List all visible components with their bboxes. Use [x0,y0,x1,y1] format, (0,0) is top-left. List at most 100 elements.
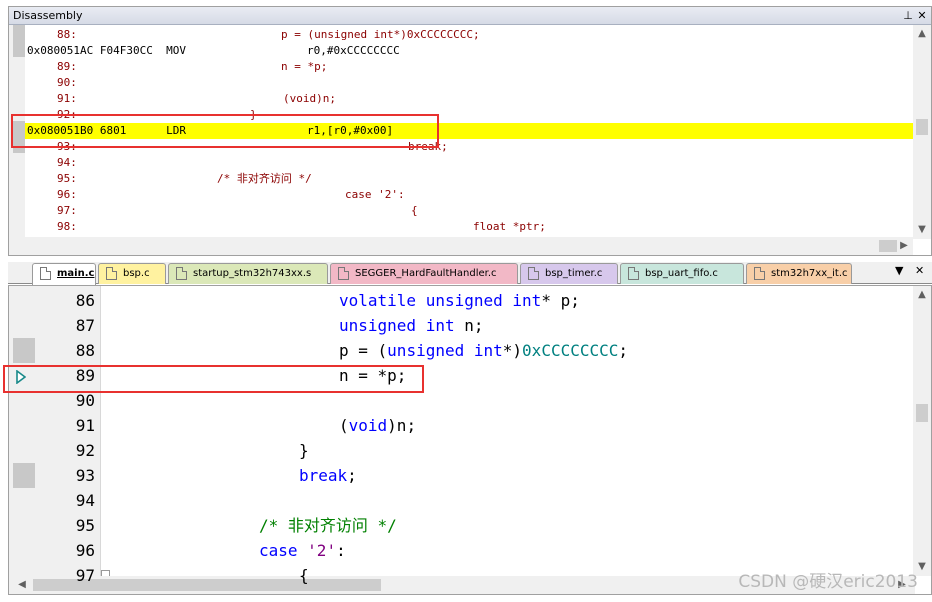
code-line[interactable]: 96 case '2': [37,538,917,563]
code-text: case '2': [259,538,346,563]
breakpoint-marker [13,338,35,363]
scroll-up-icon[interactable]: ▲ [915,288,929,302]
source-line-number: 98: [57,220,77,233]
disassembly-source-line[interactable]: 90: [25,75,913,91]
source-line-number: 89: [57,60,77,73]
code-token: unsigned [387,341,465,360]
pin-icon[interactable]: ⊥ [901,8,915,23]
file-icon [106,267,117,280]
code-token: : [336,541,346,560]
highlight-box-disassembly [11,114,439,148]
scroll-up-icon[interactable]: ▲ [915,27,929,41]
source-line-text: { [411,204,418,217]
code-text: volatile unsigned int* p; [339,288,580,313]
source-line-text: case '2': [345,188,405,201]
tab-segger-hardfaulthandler-c[interactable]: SEGGER_HardFaultHandler.c [330,263,518,284]
source-line-text: n = *p; [281,60,328,73]
code-token: { [299,566,309,585]
disassembly-horizontal-scrollbar[interactable]: ▶ [9,237,913,255]
breakpoint-marker [13,25,25,57]
code-text: break; [299,463,357,488]
instruction-address: 0x080051AC F04F30CC MOV [27,44,186,57]
code-token: volatile [339,291,417,310]
tab-label: stm32h7xx_it.c [771,268,848,279]
tab-bsp-timer-c[interactable]: bsp_timer.c [520,263,618,284]
code-text: /* 非对齐访问 */ [259,513,397,538]
instruction-operands: r0,#0xCCCCCCCC [307,44,400,57]
line-number: 94 [75,491,95,510]
tab-label: bsp_timer.c [545,268,603,279]
highlight-box-source [3,365,424,393]
code-token: /* 非对齐访问 */ [259,516,397,535]
disassembly-source-line[interactable]: 89: n = *p; [25,59,913,75]
disassembly-source-line[interactable]: 98: float *ptr; [25,219,913,235]
disassembly-source-line[interactable]: 88: p = (unsigned int*)0xCCCCCCCC; [25,27,913,43]
code-line[interactable]: 93 break; [37,463,917,488]
code-line[interactable]: 92} [37,438,917,463]
disassembly-source-line[interactable]: 95: /* 非对齐访问 */ [25,171,913,187]
code-text: (void)n; [339,413,416,438]
source-line-number: 95: [57,172,77,185]
watermark: CSDN @硬汉eric2013 [738,572,918,592]
code-token: case [259,541,298,560]
tab-label: bsp_uart_fifo.c [645,268,718,279]
tab-main-c[interactable]: main.c [32,263,96,286]
code-token: unsigned [425,291,503,310]
scroll-down-icon[interactable]: ▼ [915,223,929,237]
scroll-thumb[interactable] [916,404,928,422]
tab-stm32h7xx-it-c[interactable]: stm32h7xx_it.c [746,263,852,284]
close-tab-icon[interactable]: ✕ [915,264,924,277]
line-number: 96 [75,541,95,560]
tab-list-dropdown-icon[interactable]: ▼ [895,264,903,277]
code-line[interactable]: 94 [37,488,917,513]
scroll-thumb[interactable] [916,119,928,135]
disassembly-source-line[interactable]: 96: case '2': [25,187,913,203]
file-icon [40,267,51,280]
source-line-number: 90: [57,76,77,89]
code-token: '2' [307,541,337,560]
editor-tab-bar: ▼ ✕ main.c bsp.c startup_stm32h743xx.s SEGG… [8,262,932,286]
file-icon [176,267,187,280]
scroll-right-icon[interactable]: ▶ [897,239,911,253]
close-icon[interactable]: ✕ [915,8,929,23]
disassembly-source-line[interactable]: 91: (void)n; [25,91,913,107]
source-line-number: 88: [57,28,77,41]
source-line-number: 97: [57,204,77,217]
source-line-text: (void)n; [283,92,336,105]
code-token: void [348,416,388,435]
code-line[interactable]: 88 p = (unsigned int*)0xCCCCCCCC; [37,338,917,363]
disassembly-instruction-line[interactable]: 0x080051AC F04F30CC MOV r0,#0xCCCCCCCC [25,43,913,59]
tab-bsp-uart-fifo-c[interactable]: bsp_uart_fifo.c [620,263,744,284]
source-line-number: 96: [57,188,77,201]
code-token: 0xCCCCCCCC [522,341,619,360]
scroll-thumb[interactable] [879,240,897,252]
code-token: } [299,441,309,460]
disassembly-source-line[interactable]: 94: [25,155,913,171]
code-text: p = (unsigned int*)0xCCCCCCCC; [339,338,628,363]
line-number: 95 [75,516,95,535]
code-line[interactable]: 95 /* 非对齐访问 */ [37,513,917,538]
file-icon [628,267,639,280]
code-token: n; [454,316,484,335]
scroll-left-icon[interactable]: ◀ [15,578,29,592]
code-line[interactable]: 91 (void)n; [37,413,917,438]
line-number: 93 [75,466,95,485]
code-line[interactable]: 86 volatile unsigned int* p; [37,288,917,313]
tab-bsp-c[interactable]: bsp.c [98,263,166,284]
code-token: unsigned [339,316,417,335]
tab-label: main.c [57,268,95,279]
editor-gutter [9,286,37,576]
code-token: )n; [387,416,417,435]
tab-startup-stm32h743xx-s[interactable]: startup_stm32h743xx.s [168,263,328,284]
disassembly-source-line[interactable]: 97: { [25,203,913,219]
code-editor[interactable]: ▲ ▼ ◀ ▶ 86 volatile unsigned int* p; 87 uns… [8,285,932,595]
line-number: 87 [75,316,95,335]
code-line[interactable]: 87 unsigned int n; [37,313,917,338]
disassembly-vertical-scrollbar[interactable]: ▲ ▼ [913,25,931,239]
code-token: break [299,466,348,485]
